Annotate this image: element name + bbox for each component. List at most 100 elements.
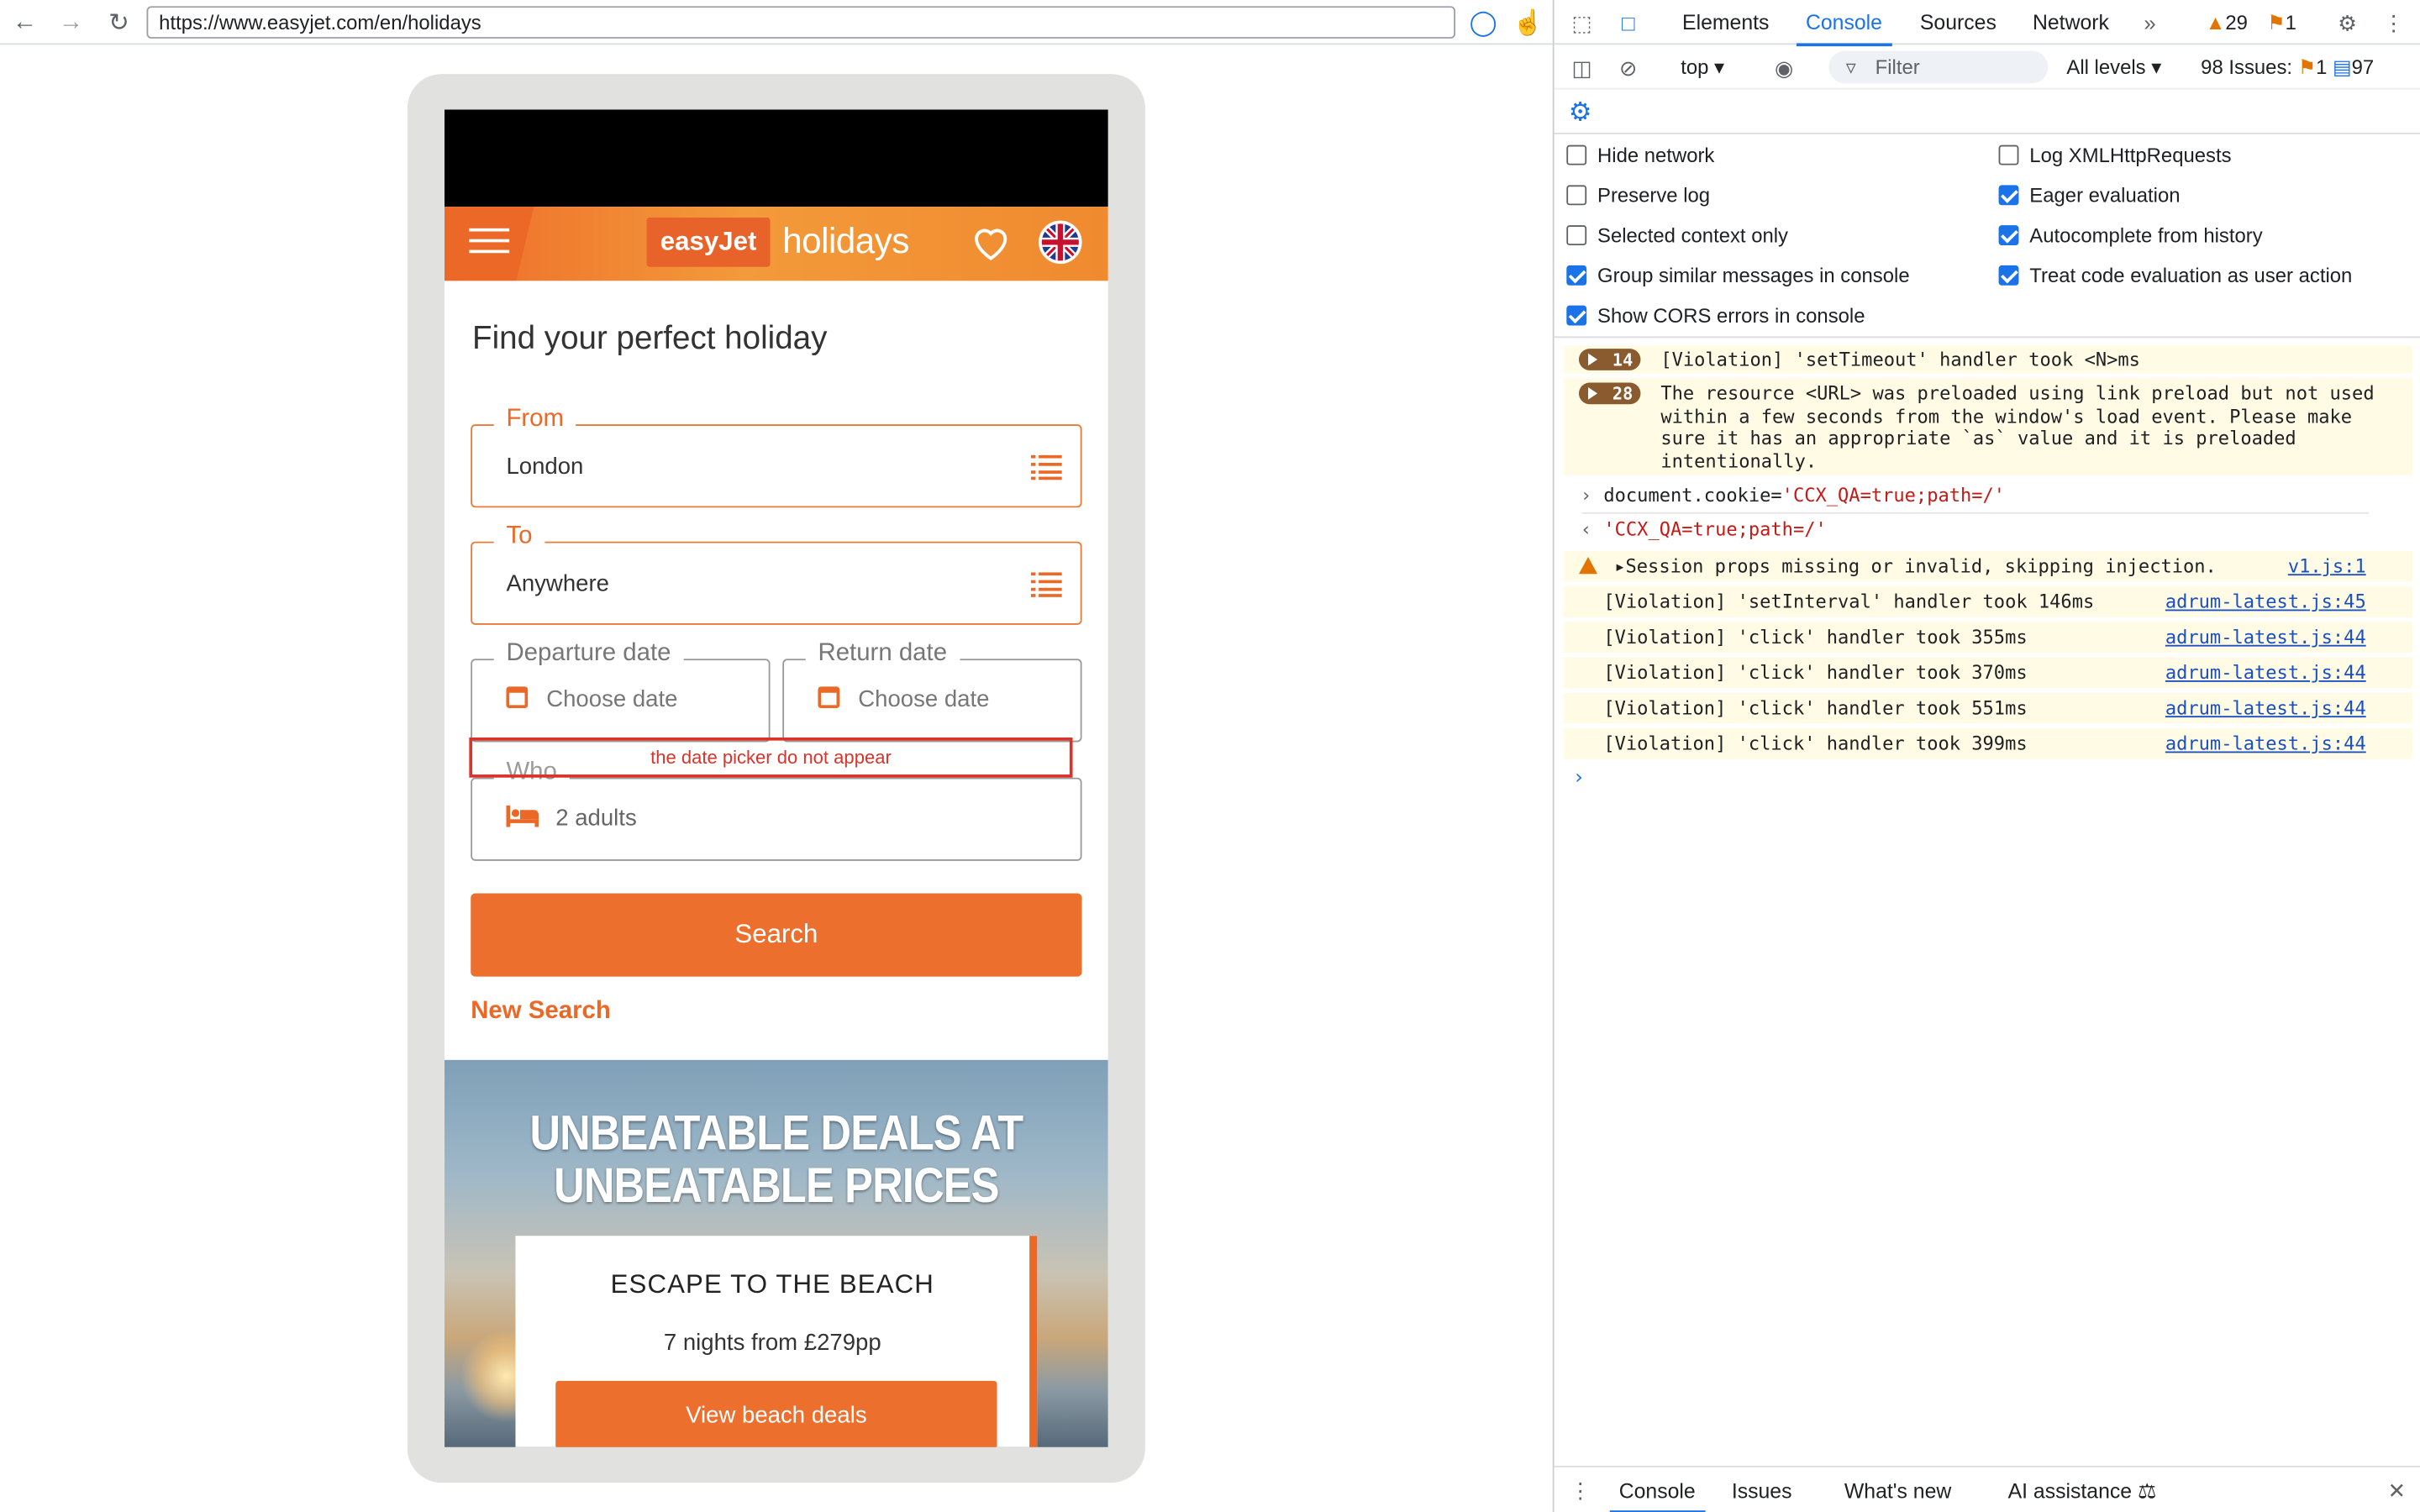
console-violation[interactable]: [Violation] 'click' handler took 551ms a… (1563, 692, 2412, 724)
departure-label: Departure date (493, 640, 684, 669)
context-selector[interactable]: top ▾ (1681, 55, 1724, 80)
drawer-menu-icon[interactable]: ⋮ (1565, 1475, 1596, 1506)
eye-icon[interactable]: ◉ (1769, 52, 1800, 83)
treat-user-action-checkbox[interactable] (1998, 265, 2019, 286)
calendar-icon (506, 686, 529, 709)
selected-context-checkbox[interactable] (1566, 225, 1587, 246)
uk-flag-icon[interactable] (1039, 220, 1082, 265)
preserve-log-checkbox[interactable] (1566, 185, 1587, 206)
device-toolbar-icon[interactable]: □ (1612, 8, 1644, 39)
source-link[interactable]: v1.js:1 (2288, 555, 2366, 577)
violation-text: [Violation] 'setInterval' handler took 1… (1603, 591, 2095, 613)
drawer-tab-console[interactable]: Console (1609, 1479, 1704, 1512)
hide-network-checkbox[interactable] (1566, 144, 1587, 165)
sidebar-toggle-icon[interactable]: ◫ (1566, 52, 1597, 83)
warnings-counter[interactable]: ▲29 (2206, 11, 2248, 34)
console-violation[interactable]: [Violation] 'click' handler took 399ms a… (1563, 727, 2412, 759)
drawer-tab-ai-assistance[interactable]: AI assistance ⚖ (2008, 1479, 2157, 1504)
drawer-tab-issues[interactable]: Issues (1732, 1479, 1792, 1503)
mobile-screen: easyJet holidays Find your perfect holid… (444, 109, 1108, 1447)
from-field[interactable]: From London (471, 406, 1082, 508)
who-field[interactable]: Who 2 adults (471, 759, 1082, 861)
option-preserve-log[interactable]: Preserve log (1566, 184, 1710, 207)
kebab-menu-icon[interactable]: ⋮ (2378, 8, 2409, 39)
reload-icon[interactable]: ↻ (102, 6, 135, 39)
back-icon[interactable]: ← (8, 6, 41, 39)
calendar-icon (818, 686, 840, 709)
issues-counter[interactable]: 98 Issues: ⚑1 ▤97 (2201, 55, 2374, 80)
group-similar-label: Group similar messages in console (1597, 264, 1910, 287)
new-search-link[interactable]: New Search (471, 998, 611, 1026)
tab-network[interactable]: Network (2033, 11, 2109, 34)
console-violation[interactable]: [Violation] 'setInterval' handler took 1… (1563, 585, 2412, 617)
log-levels-dropdown[interactable]: All levels ▾ (2066, 55, 2161, 80)
autocomplete-label: Autocomplete from history (2029, 223, 2263, 247)
departure-placeholder: Choose date (546, 686, 678, 713)
console-message-group[interactable]: 14 [Violation] 'setTimeout' handler took… (1563, 345, 2412, 374)
clear-console-icon[interactable]: ⊘ (1612, 52, 1644, 83)
eager-eval-label: Eager evaluation (2029, 183, 2181, 207)
source-link[interactable]: adrum-latest.js:45 (2165, 591, 2366, 612)
option-group-similar[interactable]: Group similar messages in console (1566, 264, 1910, 287)
console-violation[interactable]: [Violation] 'click' handler took 370ms a… (1563, 657, 2412, 689)
violation-text: [Violation] 'click' handler took 551ms (1603, 697, 2028, 719)
touch-icon[interactable]: ☝ (1511, 6, 1544, 39)
tab-elements[interactable]: Elements (1682, 11, 1769, 34)
console-warning[interactable]: ▸Session props missing or invalid, skipp… (1563, 550, 2412, 582)
devtools-tabbar: ⬚ □ Elements Console Sources Network » ▲… (1554, 0, 2420, 47)
close-drawer-icon[interactable]: ✕ (2381, 1475, 2412, 1506)
option-autocomplete[interactable]: Autocomplete from history (1998, 223, 2263, 247)
eager-eval-checkbox[interactable] (1998, 185, 2019, 206)
list-icon[interactable] (1030, 572, 1062, 597)
source-link[interactable]: adrum-latest.js:44 (2165, 697, 2366, 719)
return-date-field[interactable]: Return date Choose date (782, 640, 1082, 743)
show-cors-checkbox[interactable] (1566, 305, 1587, 326)
issue-error-icon: ⚑ (2297, 55, 2317, 79)
group-count-badge[interactable]: 14 (1578, 349, 1641, 370)
group-similar-checkbox[interactable] (1566, 265, 1587, 286)
group-count-badge[interactable]: 28 (1578, 382, 1641, 405)
heart-icon[interactable] (969, 221, 1012, 264)
view-beach-deals-button[interactable]: View beach deals (555, 1380, 997, 1447)
page-title: Find your perfect holiday (472, 321, 828, 357)
source-link[interactable]: adrum-latest.js:44 (2165, 662, 2366, 684)
to-field[interactable]: To Anywhere (471, 522, 1082, 625)
promo-card-price: 7 nights from £279pp (663, 1330, 881, 1357)
console-prompt[interactable]: › (1573, 767, 2391, 795)
mouse-icon[interactable]: ◯ (1466, 6, 1500, 39)
drawer-tab-whats-new[interactable]: What's new (1844, 1479, 1951, 1503)
option-hide-network[interactable]: Hide network (1566, 144, 1714, 166)
console-violation[interactable]: [Violation] 'click' handler took 355ms a… (1563, 622, 2412, 653)
address-bar[interactable]: https://www.easyjet.com/en/holidays (146, 6, 1456, 39)
console-settings-gear-icon[interactable]: ⚙ (1565, 97, 1596, 129)
more-tabs-icon[interactable]: » (2134, 8, 2165, 39)
console-message-group[interactable]: 28 The resource <URL> was preloaded usin… (1563, 378, 2412, 475)
option-show-cors[interactable]: Show CORS errors in console (1566, 304, 1865, 327)
menu-icon[interactable] (444, 207, 534, 281)
warning-icon: ▲ (2205, 10, 2226, 34)
tab-sources[interactable]: Sources (1920, 11, 1996, 34)
departure-date-field[interactable]: Departure date Choose date (471, 640, 771, 743)
search-button[interactable]: Search (471, 893, 1082, 977)
option-treat-user-action[interactable]: Treat code evaluation as user action (1998, 264, 2352, 287)
log-xhr-checkbox[interactable] (1998, 144, 2019, 165)
tab-console[interactable]: Console (1797, 11, 1891, 47)
filter-input[interactable]: ▿ Filter (1828, 50, 2049, 84)
devtools-panel: ⬚ □ Elements Console Sources Network » ▲… (1552, 0, 2420, 1512)
inspect-element-icon[interactable]: ⬚ (1566, 8, 1597, 39)
autocomplete-checkbox[interactable] (1998, 225, 2019, 246)
option-log-xhr[interactable]: Log XMLHttpRequests (1998, 144, 2232, 166)
gear-icon[interactable]: ⚙ (2332, 8, 2363, 39)
source-link[interactable]: adrum-latest.js:44 (2165, 732, 2366, 754)
prompt-chevron-icon: › (1580, 484, 1592, 507)
errors-counter[interactable]: ⚑1 (2267, 11, 2296, 35)
divider (1581, 512, 2370, 514)
from-value: London (506, 454, 584, 480)
source-link[interactable]: adrum-latest.js:44 (2165, 627, 2366, 648)
forward-icon[interactable]: → (54, 6, 87, 39)
list-icon[interactable] (1030, 454, 1062, 480)
brand-logo[interactable]: easyJet (646, 217, 771, 267)
option-eager-eval[interactable]: Eager evaluation (1998, 183, 2181, 207)
option-selected-context[interactable]: Selected context only (1566, 223, 1788, 247)
console-input-code[interactable]: document.cookie='CCX_QA=true;path=/' (1603, 485, 2005, 507)
